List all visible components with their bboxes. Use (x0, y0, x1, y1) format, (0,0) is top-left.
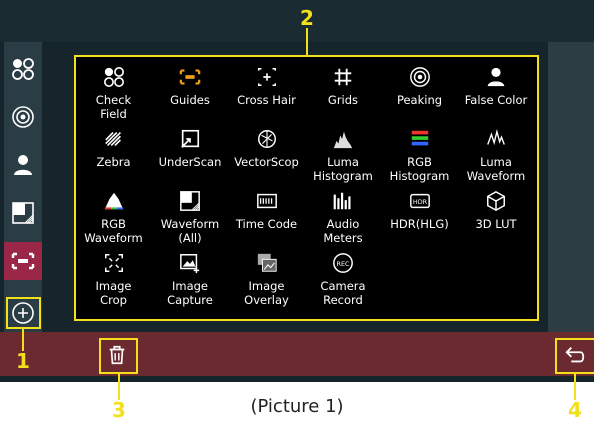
highlight-back-button (555, 338, 594, 374)
tool-image-overlay[interactable]: Image Overlay (229, 251, 304, 307)
vectorscope-icon (257, 130, 276, 148)
svg-text:HDR: HDR (412, 198, 427, 206)
tool-label: False Color (464, 93, 528, 107)
tool-label: Check Field (95, 93, 132, 121)
tool-peaking[interactable]: Peaking (382, 65, 457, 107)
bottom-bar (0, 332, 594, 376)
tool-cross-hair[interactable]: Cross Hair (229, 65, 304, 107)
check-field-icon (12, 58, 34, 80)
sidebar-peaking-button[interactable] (4, 98, 42, 136)
caption: (Picture 1) (250, 396, 344, 417)
tool-label: VectorScop (234, 155, 299, 169)
tool-label: Image Crop (95, 279, 132, 307)
image-overlay-icon (257, 253, 277, 272)
sidebar (4, 42, 42, 332)
sidebar-waveform-button[interactable] (4, 194, 42, 232)
tool-rgb-waveform[interactable]: RGB Waveform (76, 189, 151, 245)
tool-label: Audio Meters (323, 217, 363, 245)
time-code-icon (256, 193, 277, 209)
rgb-waveform-icon (104, 192, 123, 210)
tool-luma-histogram[interactable]: Luma Histogram (306, 127, 381, 183)
tool-label: Peaking (396, 93, 443, 107)
highlight-delete-button (99, 338, 138, 374)
tool-label: Image Overlay (244, 279, 289, 307)
tool-audio-meters[interactable]: Audio Meters (306, 189, 381, 245)
sidebar-false-color-button[interactable] (4, 146, 42, 184)
peaking-icon (409, 67, 430, 87)
tool-image-capture[interactable]: Image Capture (153, 251, 228, 307)
tool-rgb-histogram[interactable]: RGB Histogram (382, 127, 457, 183)
guides-icon (11, 252, 35, 270)
right-panel (548, 42, 594, 332)
waveform-all-icon (180, 191, 200, 211)
guides-icon (179, 69, 201, 85)
sidebar-guides-button[interactable] (4, 242, 42, 280)
tool-label: Time Code (235, 217, 298, 231)
callout-2: 2 (300, 6, 314, 30)
camera-record-icon: REC (333, 253, 353, 273)
underscan-icon (181, 129, 200, 148)
luma-histogram-icon (333, 131, 353, 149)
tool-grids[interactable]: Grids (306, 65, 381, 107)
peaking-icon (12, 106, 34, 128)
sidebar-check-field-button[interactable] (4, 50, 42, 88)
svg-text:REC: REC (337, 260, 350, 268)
top-bar (0, 0, 594, 42)
audio-meters-icon (333, 192, 351, 210)
check-field-icon (103, 67, 124, 87)
luma-waveform-icon (487, 128, 505, 146)
waveform-all-icon (12, 202, 34, 224)
callout-1: 1 (16, 349, 30, 373)
image-crop-icon (104, 254, 123, 272)
hdr-icon: HDR (409, 193, 430, 209)
tool-luma-waveform[interactable]: Luma Waveform (459, 127, 534, 183)
tool-time-code[interactable]: Time Code (229, 189, 304, 231)
tool-waveform-all[interactable]: Waveform (All) (153, 189, 228, 245)
callout-line-1 (22, 329, 24, 351)
false-color-icon (14, 155, 32, 175)
tool-label: Camera Record (320, 279, 366, 307)
tool-label: UnderScan (158, 155, 222, 169)
tool-label: Guides (170, 93, 210, 107)
grids-icon (334, 68, 352, 86)
tool-label: Grids (327, 93, 359, 107)
false-color-icon (487, 67, 505, 87)
tool-zebra[interactable]: Zebra (76, 127, 151, 169)
image-capture-icon (180, 254, 200, 274)
tool-label: Image Capture (167, 279, 213, 307)
3d-lut-icon (487, 190, 505, 212)
tool-label: 3D LUT (475, 217, 517, 231)
tool-label: RGB Waveform (84, 217, 143, 245)
tool-check-field[interactable]: Check Field (76, 65, 151, 121)
tool-3d-lut[interactable]: 3D LUT (459, 189, 534, 231)
tool-label: Luma Waveform (466, 155, 526, 183)
tool-guides[interactable]: Guides (153, 65, 228, 107)
tool-false-color[interactable]: False Color (459, 65, 534, 107)
tool-camera-record[interactable]: REC Camera Record (306, 251, 381, 307)
rgb-histogram-icon (411, 130, 428, 146)
cross-hair-icon (257, 68, 276, 86)
highlight-add-button (6, 297, 41, 329)
zebra-icon (104, 131, 121, 147)
tool-label: Cross Hair (237, 93, 296, 107)
tool-vectorscope[interactable]: VectorScop (229, 127, 304, 169)
callout-line-2 (306, 28, 308, 56)
tool-underscan[interactable]: UnderScan (153, 127, 228, 169)
tool-label: HDR(HLG) (390, 217, 449, 231)
tool-label: Luma Histogram (313, 155, 373, 183)
tool-grid-panel: Check Field Guides Cross Hair Grids Peaking F… (74, 55, 539, 321)
tool-image-crop[interactable]: Image Crop (76, 251, 151, 307)
tool-label: Waveform (All) (160, 217, 220, 245)
tool-label: Zebra (96, 155, 131, 169)
tool-hdr[interactable]: HDR HDR(HLG) (382, 189, 457, 231)
tool-label: RGB Histogram (389, 155, 450, 183)
